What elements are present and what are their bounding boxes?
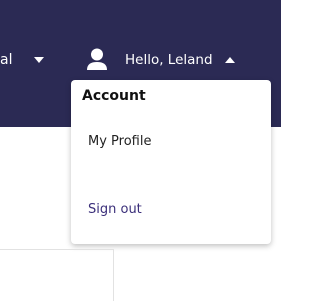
user-menu-toggle[interactable]: Hello, Leland [86,46,235,74]
page: al Hello, Leland Account My Profile Sign… [0,0,281,301]
account-heading: Account [82,88,146,104]
chevron-down-icon [34,57,44,63]
nav-dropdown-left[interactable]: al [0,48,44,72]
content-divider-horizontal [0,249,113,250]
nav-dropdown-left-label: al [0,52,13,68]
content-divider-vertical [113,249,114,301]
sign-out-link[interactable]: Sign out [88,202,142,217]
user-greeting: Hello, Leland [125,52,213,68]
user-icon [86,48,108,72]
my-profile-link[interactable]: My Profile [88,134,151,149]
account-dropdown-menu: Account My Profile Sign out [71,80,271,244]
chevron-up-icon [224,57,235,63]
